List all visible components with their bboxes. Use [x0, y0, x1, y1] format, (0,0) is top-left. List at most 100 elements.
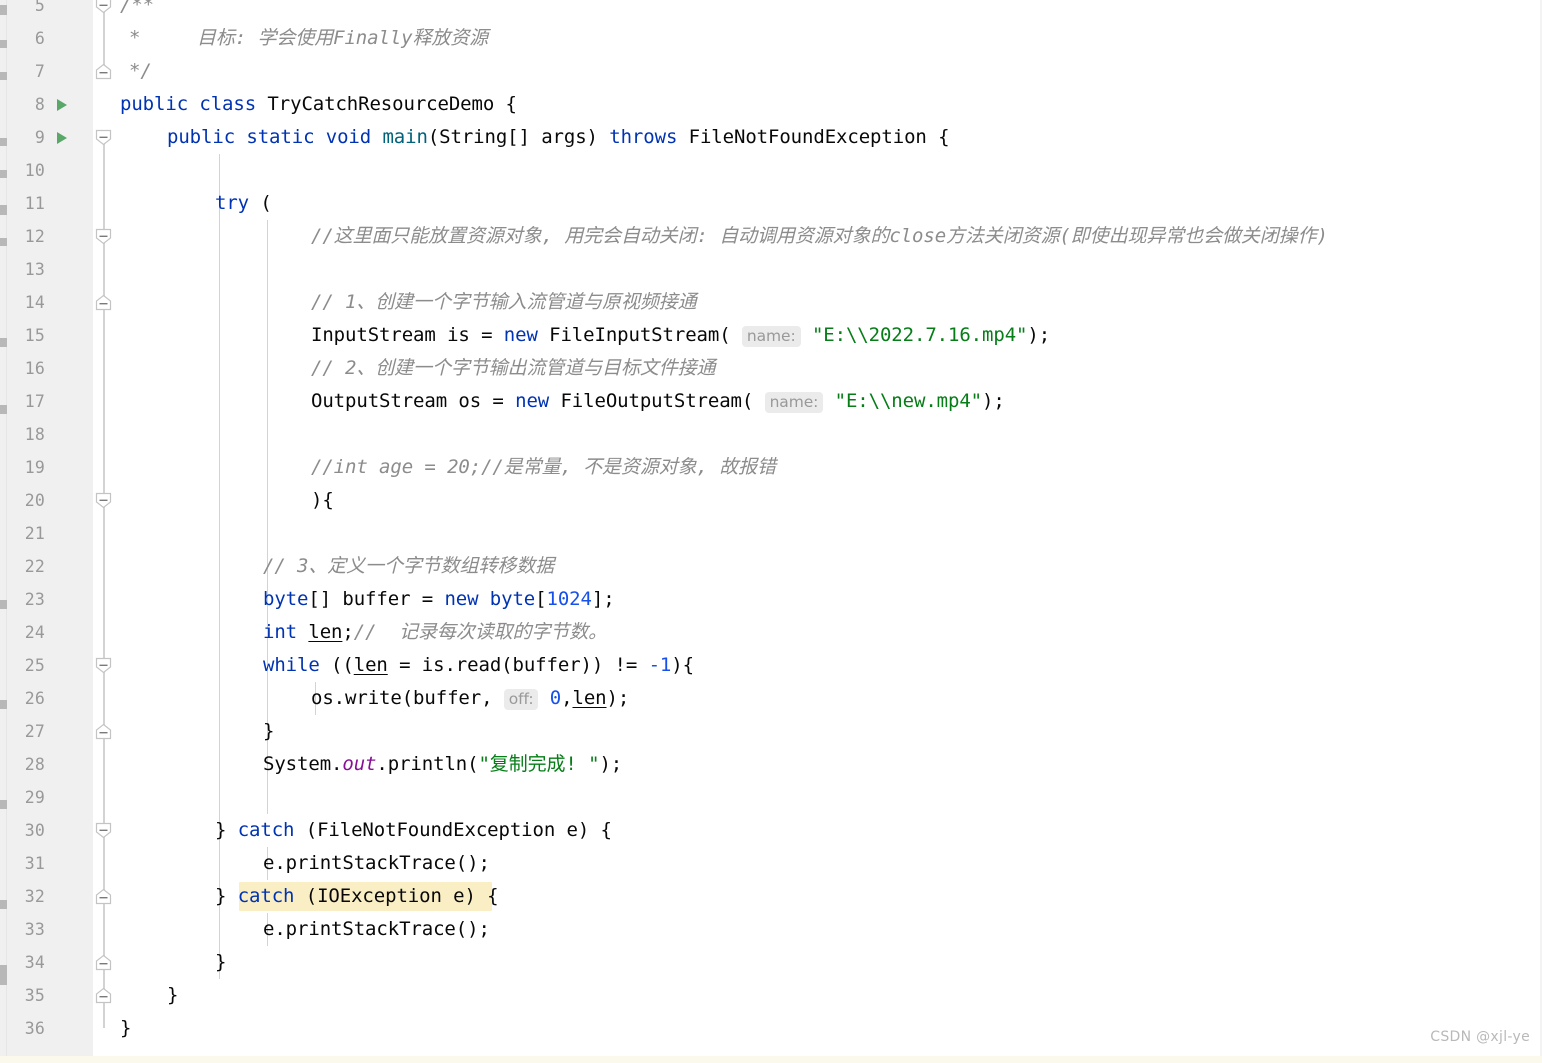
- gutter-row[interactable]: 36: [7, 1012, 93, 1045]
- fold-region-end-icon[interactable]: [95, 888, 112, 905]
- code-line[interactable]: // 3、定义一个字节数组转移数据: [263, 550, 554, 583]
- code-token: OutputStream os =: [311, 390, 516, 412]
- indent-guide: [267, 352, 268, 385]
- gutter-row[interactable]: 35: [7, 979, 93, 1012]
- code-line[interactable]: //这里面只能放置资源对象, 用完会自动关闭: 自动调用资源对象的close方法…: [311, 220, 1328, 253]
- line-number: 6: [34, 29, 45, 48]
- code-editor[interactable]: 5 6 7 8 9 10 11 12 13 14 15 16 17 18 19 20 21 22 23 24 25 26 2…: [0, 0, 1542, 1063]
- code-line[interactable]: * 目标: 学会使用Finally释放资源: [129, 22, 488, 55]
- code-line[interactable]: // 1、创建一个字节输入流管道与原视频接通: [311, 286, 697, 319]
- code-line[interactable]: */: [129, 55, 152, 88]
- gutter-row[interactable]: 20: [7, 484, 93, 517]
- line-number-gutter[interactable]: 5 6 7 8 9 10 11 12 13 14 15 16 17 18 19 20 21 22 23 24 25 26 2…: [7, 0, 93, 1063]
- vcs-change-mark: [0, 170, 7, 178]
- code-line[interactable]: byte[] buffer = new byte[1024];: [263, 583, 615, 616]
- gutter-row[interactable]: 9: [7, 121, 93, 154]
- code-comment: // 1、创建一个字节输入流管道与原视频接通: [311, 291, 697, 313]
- gutter-row[interactable]: 26: [7, 682, 93, 715]
- gutter-row[interactable]: 8: [7, 88, 93, 121]
- code-line[interactable]: ){: [311, 484, 334, 517]
- code-line[interactable]: InputStream is = new FileInputStream( na…: [311, 319, 1050, 352]
- gutter-row[interactable]: 17: [7, 385, 93, 418]
- line-number: 17: [24, 392, 45, 411]
- code-line[interactable]: OutputStream os = new FileOutputStream( …: [311, 385, 1005, 418]
- gutter-row[interactable]: 31: [7, 847, 93, 880]
- gutter-row[interactable]: 11: [7, 187, 93, 220]
- gutter-row[interactable]: 34: [7, 946, 93, 979]
- code-line[interactable]: }: [215, 946, 226, 979]
- gutter-row[interactable]: 25: [7, 649, 93, 682]
- gutter-row[interactable]: 23: [7, 583, 93, 616]
- line-number: 27: [24, 722, 45, 741]
- gutter-row[interactable]: 6: [7, 22, 93, 55]
- gutter-row[interactable]: 7: [7, 55, 93, 88]
- code-line[interactable]: e.printStackTrace();: [263, 847, 490, 880]
- code-line[interactable]: }: [263, 715, 274, 748]
- line-number: 11: [24, 194, 45, 213]
- gutter-row[interactable]: 19: [7, 451, 93, 484]
- gutter-row[interactable]: 28: [7, 748, 93, 781]
- keyword-token: new: [503, 324, 550, 346]
- code-line[interactable]: try (: [215, 187, 272, 220]
- gutter-row[interactable]: 22: [7, 550, 93, 583]
- code-line[interactable]: public class TryCatchResourceDemo {: [120, 88, 517, 121]
- code-folding-column[interactable]: [93, 0, 115, 1063]
- gutter-row[interactable]: 10: [7, 154, 93, 187]
- run-gutter-icon[interactable]: [57, 98, 67, 111]
- gutter-row[interactable]: 15: [7, 319, 93, 352]
- gutter-row[interactable]: 30: [7, 814, 93, 847]
- line-number: 28: [24, 755, 45, 774]
- fold-region-end-icon[interactable]: [95, 723, 112, 740]
- gutter-row[interactable]: 29: [7, 781, 93, 814]
- gutter-row[interactable]: 24: [7, 616, 93, 649]
- fold-collapse-icon[interactable]: [95, 492, 112, 509]
- fold-collapse-icon[interactable]: [95, 129, 112, 146]
- fold-region-end-icon[interactable]: [95, 294, 112, 311]
- line-number: 19: [24, 458, 45, 477]
- code-token: TryCatchResourceDemo {: [267, 93, 517, 115]
- code-content-area[interactable]: /** * 目标: 学会使用Finally释放资源 */ public class T…: [115, 0, 1542, 1063]
- keyword-token: throws: [609, 126, 689, 148]
- code-line[interactable]: /**: [120, 0, 154, 22]
- gutter-row[interactable]: 12: [7, 220, 93, 253]
- gutter-row[interactable]: 21: [7, 517, 93, 550]
- code-token: (String[] args): [427, 126, 610, 148]
- vcs-change-mark: [0, 72, 7, 80]
- fold-collapse-icon[interactable]: [95, 822, 112, 839]
- code-line[interactable]: // 2、创建一个字节输出流管道与目标文件接通: [311, 352, 716, 385]
- code-token: [] buffer =: [308, 588, 445, 610]
- code-line[interactable]: while ((len = is.read(buffer)) != -1){: [263, 649, 694, 682]
- code-line[interactable]: } catch (FileNotFoundException e) {: [215, 814, 612, 847]
- code-line[interactable]: e.printStackTrace();: [263, 913, 490, 946]
- code-line[interactable]: os.write(buffer, off: 0,len);: [311, 682, 629, 715]
- code-line[interactable]: int len;// 记录每次读取的字节数。: [263, 616, 607, 649]
- gutter-row[interactable]: 5: [7, 0, 93, 22]
- fold-collapse-icon[interactable]: [95, 0, 112, 14]
- code-token: e.printStackTrace();: [263, 918, 490, 940]
- fold-collapse-icon[interactable]: [95, 228, 112, 245]
- gutter-row[interactable]: 33: [7, 913, 93, 946]
- fold-collapse-icon[interactable]: [95, 657, 112, 674]
- code-line[interactable]: public static void main(String[] args) t…: [167, 121, 950, 154]
- fold-region-end-icon[interactable]: [95, 987, 112, 1004]
- gutter-row[interactable]: 27: [7, 715, 93, 748]
- vcs-change-mark: [0, 700, 7, 709]
- indent-guide: [267, 484, 268, 517]
- vcs-change-strip[interactable]: [0, 0, 7, 1063]
- code-line[interactable]: } catch (IOException e) {: [215, 880, 499, 913]
- run-gutter-icon[interactable]: [57, 131, 67, 144]
- gutter-row[interactable]: 13: [7, 253, 93, 286]
- code-token: (FileNotFoundException e) {: [305, 819, 612, 841]
- code-line[interactable]: }: [120, 1012, 131, 1045]
- gutter-row[interactable]: 18: [7, 418, 93, 451]
- code-line[interactable]: //int age = 20;//是常量, 不是资源对象, 故报错: [311, 451, 776, 484]
- gutter-row[interactable]: 32: [7, 880, 93, 913]
- code-token: len: [353, 654, 388, 676]
- code-line[interactable]: }: [167, 979, 178, 1012]
- fold-region-end-icon[interactable]: [95, 63, 112, 80]
- fold-region-end-icon[interactable]: [95, 954, 112, 971]
- code-line[interactable]: System.out.println("复制完成! ");: [263, 748, 622, 781]
- gutter-row[interactable]: 16: [7, 352, 93, 385]
- gutter-row[interactable]: 14: [7, 286, 93, 319]
